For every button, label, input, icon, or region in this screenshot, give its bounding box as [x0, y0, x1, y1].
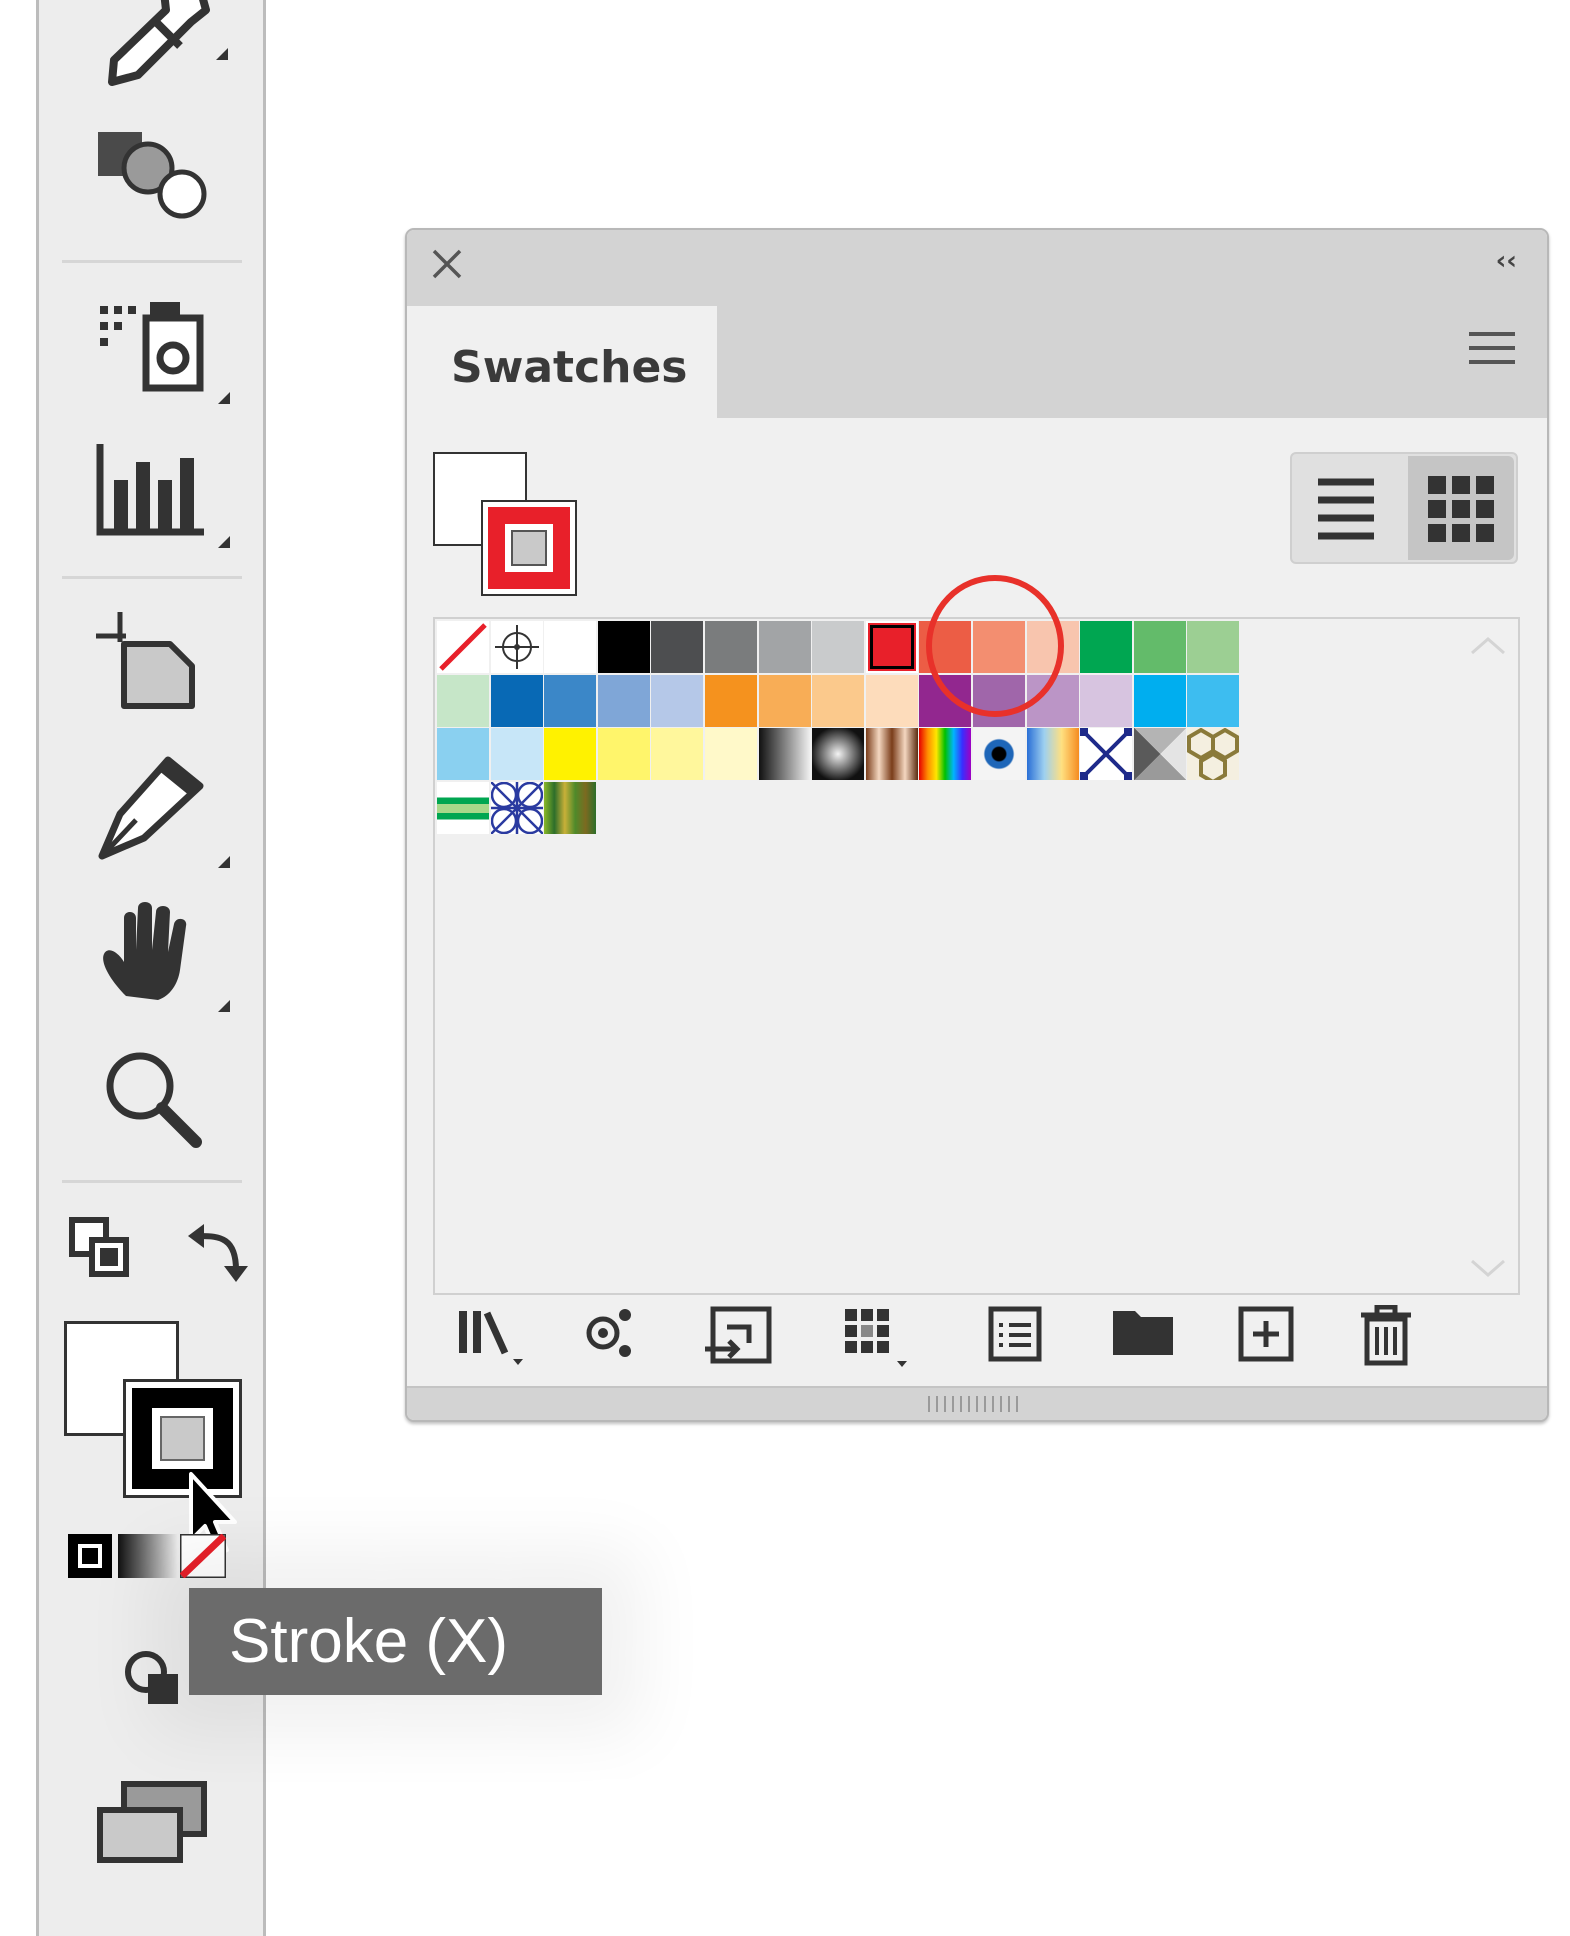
- new-color-group-icon[interactable]: [987, 1305, 1047, 1365]
- swatch-gradient-radial-bw[interactable]: [812, 728, 865, 781]
- swatch-color[interactable]: [758, 674, 811, 727]
- swatches-panel: ‹‹ Swatches: [405, 228, 1549, 1422]
- color-group-icon[interactable]: [841, 1305, 921, 1371]
- swatch-libraries-icon[interactable]: [457, 1305, 537, 1375]
- swatch-pattern-dots[interactable]: [1080, 728, 1133, 781]
- view-toggle: [1290, 452, 1518, 564]
- swatch-pattern-pyramid[interactable]: [1133, 728, 1186, 781]
- zoom-icon[interactable]: [100, 1046, 210, 1156]
- swatch-color[interactable]: [705, 621, 757, 673]
- stroke-tooltip: Stroke (X): [189, 1588, 602, 1695]
- scroll-down-icon[interactable]: [1470, 1259, 1506, 1279]
- tooltip-text: Stroke (X): [229, 1607, 509, 1676]
- swatch-color[interactable]: [758, 621, 811, 673]
- swatch-color[interactable]: [490, 728, 543, 781]
- swatch-color[interactable]: [597, 674, 650, 727]
- swatch-registration[interactable]: [490, 621, 543, 673]
- swatch-color[interactable]: [437, 728, 489, 781]
- swatch-color[interactable]: [490, 674, 543, 727]
- swatch-color[interactable]: [597, 621, 650, 673]
- default-fill-stroke-icon[interactable]: [68, 1216, 132, 1280]
- hand-icon[interactable]: [96, 900, 236, 1015]
- shape-builder-icon[interactable]: [96, 128, 216, 228]
- swatch-gradient-spectrum[interactable]: [919, 728, 972, 781]
- swatch-color[interactable]: [1133, 674, 1186, 727]
- swatch-color[interactable]: [544, 728, 597, 781]
- swatch-pattern-camo[interactable]: [544, 781, 597, 834]
- none-mode-icon[interactable]: [180, 1534, 226, 1578]
- eyedropper-icon[interactable]: [96, 0, 236, 95]
- tools-separator: [62, 1180, 242, 1183]
- pen-tool-icon[interactable]: [96, 756, 236, 871]
- new-swatch-icon[interactable]: [1237, 1305, 1297, 1365]
- color-mode-icon[interactable]: [68, 1534, 112, 1578]
- swatch-pattern-honeycomb[interactable]: [1187, 727, 1240, 785]
- panel-resize-bar: [407, 1386, 1547, 1420]
- swatch-color[interactable]: [1080, 674, 1133, 727]
- panel-stroke-swatch[interactable]: [481, 500, 577, 596]
- swatch-color[interactable]: [651, 674, 704, 727]
- tab-label: Swatches: [451, 342, 688, 393]
- drawing-modes-icon[interactable]: [118, 1646, 188, 1716]
- swatch-none[interactable]: [437, 621, 489, 673]
- artboard-icon[interactable]: [92, 608, 202, 713]
- column-graph-icon[interactable]: [96, 440, 236, 555]
- panel-menu-icon[interactable]: [1467, 328, 1517, 368]
- panel-tab-row: Swatches: [407, 292, 1547, 418]
- swatch-color[interactable]: [705, 674, 757, 727]
- swatch-color[interactable]: [544, 621, 597, 673]
- swatch-color[interactable]: [1080, 621, 1133, 673]
- panel-title-bar: ‹‹: [407, 230, 1547, 293]
- swatch-pattern-lattice[interactable]: [489, 780, 544, 835]
- close-icon[interactable]: [431, 248, 463, 280]
- symbol-sprayer-icon[interactable]: [96, 296, 236, 411]
- swatch-color[interactable]: [651, 621, 704, 673]
- swatch-gradient-eye[interactable]: [973, 728, 1025, 781]
- tab-swatches[interactable]: Swatches: [407, 306, 717, 418]
- delete-swatch-icon[interactable]: [1357, 1305, 1417, 1367]
- folder-icon[interactable]: [1111, 1305, 1177, 1365]
- show-swatch-kinds-icon[interactable]: [581, 1305, 641, 1365]
- swap-fill-stroke-icon[interactable]: [184, 1216, 254, 1286]
- swatch-options-icon[interactable]: [703, 1305, 773, 1371]
- swatch-gradient-linear-bw[interactable]: [758, 728, 811, 781]
- screen-mode-icon[interactable]: [96, 1780, 216, 1870]
- swatch-color[interactable]: [437, 674, 489, 727]
- scroll-up-icon[interactable]: [1470, 635, 1506, 655]
- swatch-gradient-copper[interactable]: [865, 728, 918, 781]
- list-view-icon[interactable]: [1316, 476, 1376, 542]
- swatch-color[interactable]: [597, 728, 650, 781]
- swatch-color[interactable]: [1187, 621, 1240, 673]
- swatch-pattern-stripes[interactable]: [437, 781, 489, 834]
- tools-separator: [62, 260, 242, 263]
- swatch-selected[interactable]: [865, 621, 918, 673]
- swatch-color[interactable]: [812, 674, 865, 727]
- collapse-icon[interactable]: ‹‹: [1496, 246, 1517, 276]
- swatch-color[interactable]: [651, 728, 704, 781]
- swatch-color[interactable]: [705, 728, 757, 781]
- swatch-color[interactable]: [1133, 621, 1186, 673]
- resize-grip-icon[interactable]: [927, 1394, 1021, 1414]
- gradient-mode-icon[interactable]: [118, 1534, 178, 1578]
- swatch-color[interactable]: [1187, 674, 1240, 727]
- tools-separator: [62, 576, 242, 579]
- swatch-color[interactable]: [544, 674, 597, 727]
- swatch-color[interactable]: [865, 674, 918, 727]
- swatch-gradient-sunset[interactable]: [1026, 728, 1079, 781]
- swatch-color[interactable]: [812, 621, 865, 673]
- grid-view-icon: [1428, 476, 1494, 542]
- highlight-circle: [926, 575, 1064, 717]
- thumbnail-view-button[interactable]: [1408, 456, 1514, 560]
